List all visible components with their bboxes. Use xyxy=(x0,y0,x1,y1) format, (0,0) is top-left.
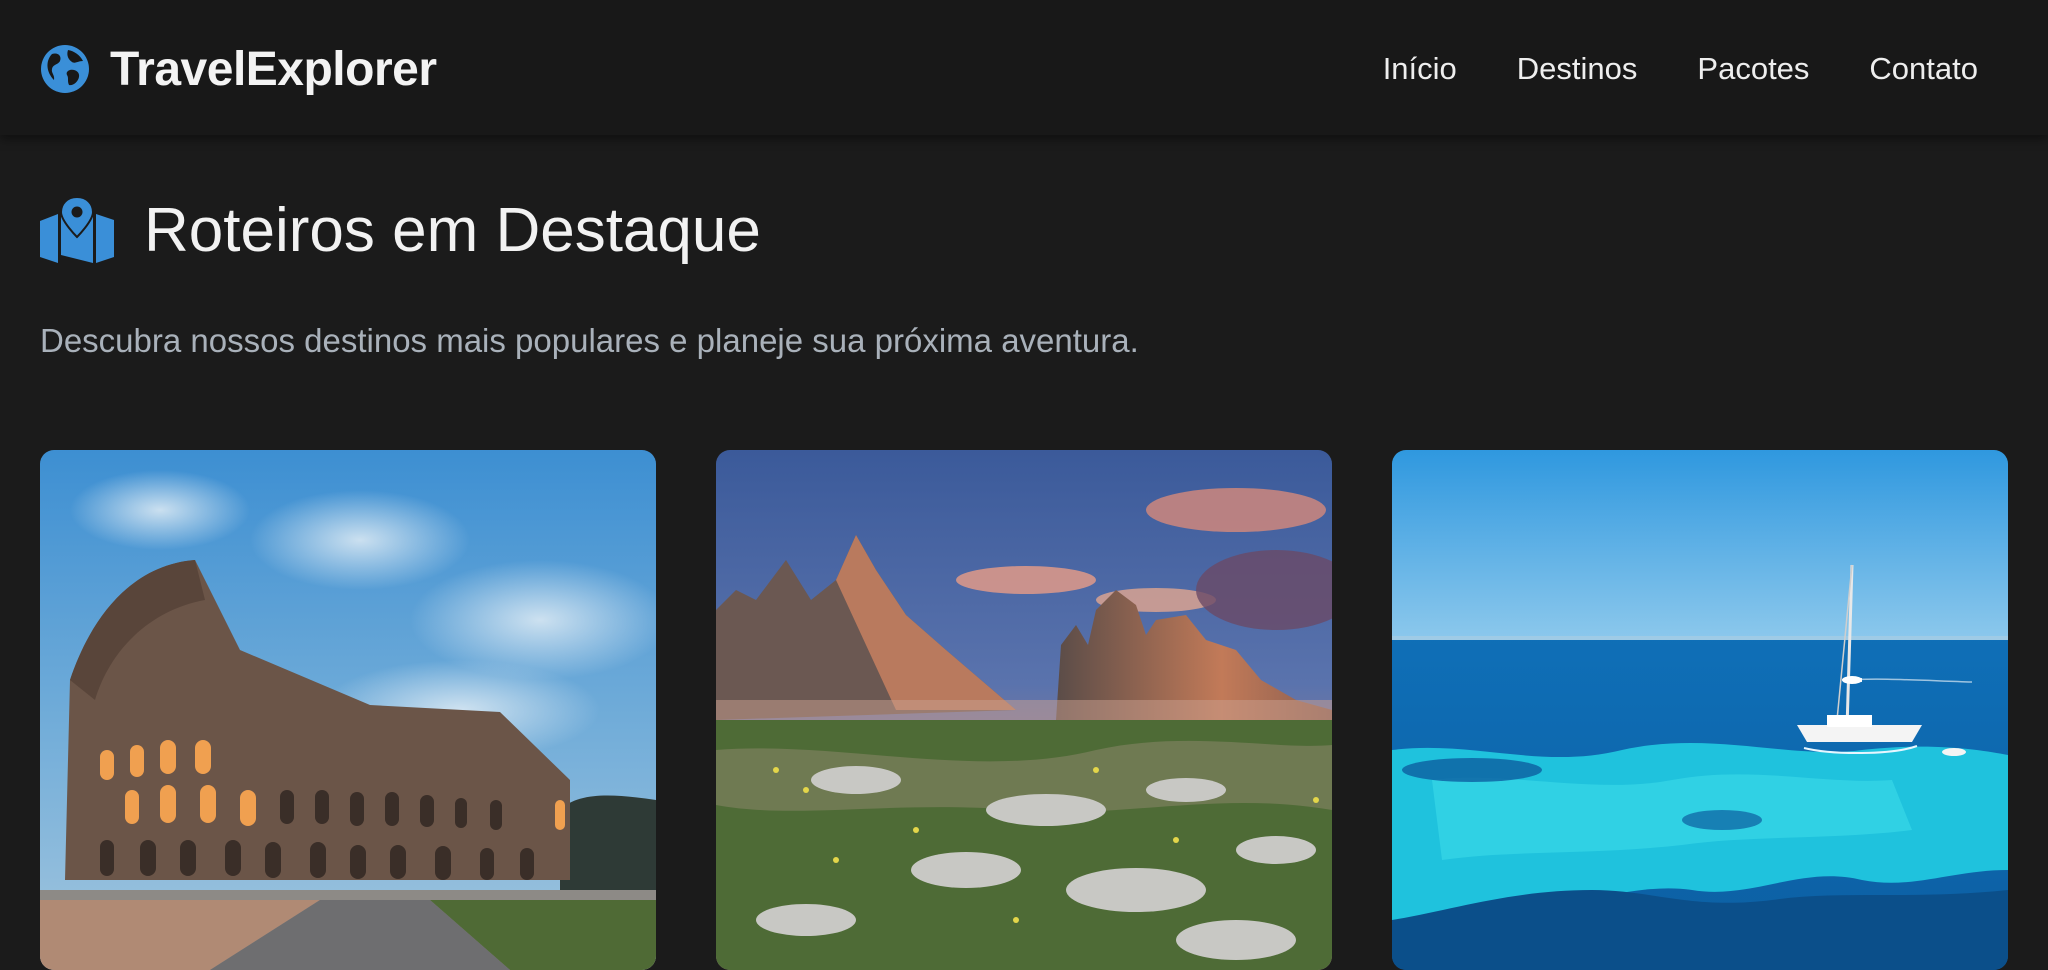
brand-logo-link[interactable]: TravelExplorer xyxy=(40,42,437,96)
destination-card-colosseum[interactable] xyxy=(40,450,656,970)
colosseum-photo xyxy=(40,450,656,970)
page-subtitle: Descubra nossos destinos mais populares … xyxy=(40,322,1139,359)
destination-card-sea[interactable] xyxy=(1392,450,2008,970)
nav-link-inicio[interactable]: Início xyxy=(1383,51,1457,87)
section-heading: Roteiros em Destaque xyxy=(40,190,761,270)
globe-icon xyxy=(41,45,89,93)
nav-link-contato[interactable]: Contato xyxy=(1869,51,1978,87)
nav-link-destinos[interactable]: Destinos xyxy=(1517,51,1638,87)
top-navbar: TravelExplorer Início Destinos Pacotes C… xyxy=(0,0,2048,135)
nav-link-pacotes[interactable]: Pacotes xyxy=(1697,51,1809,87)
map-marker-icon xyxy=(40,197,114,263)
dolomites-mountains-photo xyxy=(716,450,1332,970)
featured-cards xyxy=(40,450,2008,970)
destination-card-dolomites[interactable] xyxy=(716,450,1332,970)
page-title: Roteiros em Destaque xyxy=(144,195,761,265)
main-nav: Início Destinos Pacotes Contato xyxy=(1323,44,1978,94)
turquoise-sea-sailboat-photo xyxy=(1392,450,2008,970)
brand-name: TravelExplorer xyxy=(110,42,437,96)
